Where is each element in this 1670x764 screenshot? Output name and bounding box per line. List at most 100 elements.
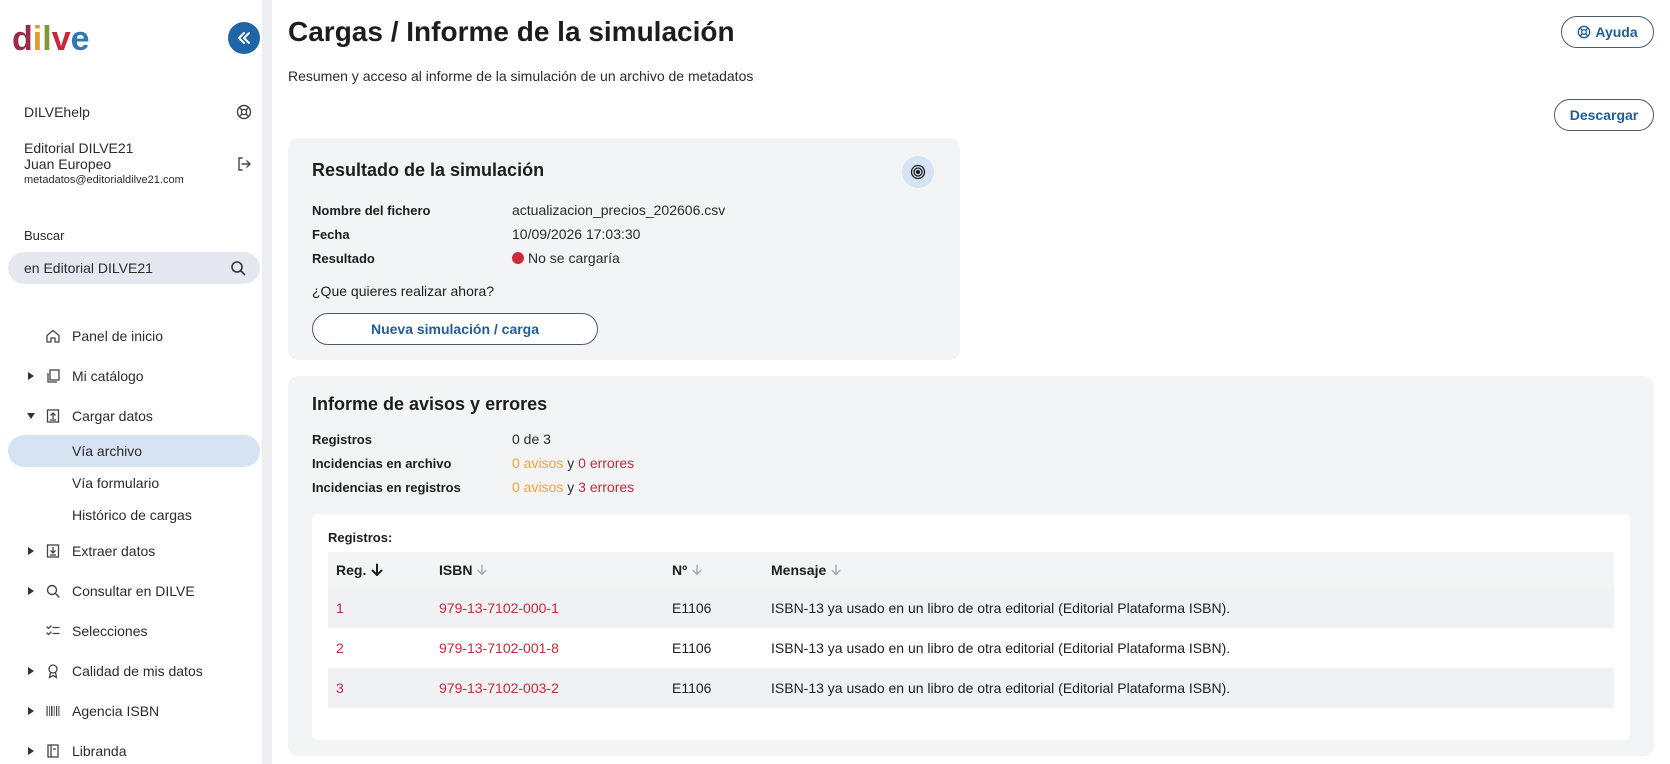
search-input[interactable]	[24, 260, 224, 276]
sidebar: dilve DILVEhelp Editorial DILVE21 Juan E…	[0, 0, 262, 764]
file-issues-conj: y	[567, 455, 575, 471]
col-header-label: Mensaje	[771, 562, 827, 578]
nav-label: Histórico de cargas	[72, 507, 192, 523]
help-button[interactable]: Ayuda	[1561, 16, 1654, 48]
table-row[interactable]: 1 979-13-7102-000-1 E1106 ISBN-13 ya usa…	[328, 588, 1614, 628]
svg-text:dilve: dilve	[12, 20, 90, 58]
result-value: No se cargaría	[528, 250, 620, 266]
cell-isbn[interactable]: 979-13-7102-000-1	[439, 588, 559, 628]
search-icon[interactable]	[230, 260, 246, 276]
col-header-num[interactable]: Nº	[672, 552, 703, 588]
table-row[interactable]: 2 979-13-7102-001-8 E1106 ISBN-13 ya usa…	[328, 628, 1614, 668]
sort-arrow-down-icon	[371, 563, 383, 576]
home-icon	[46, 329, 60, 343]
nav-label: Extraer datos	[72, 543, 156, 559]
nav-item-mi-catalogo[interactable]: Mi catálogo	[0, 360, 262, 392]
cell-reg[interactable]: 3	[336, 668, 344, 708]
status-target-button[interactable]	[902, 156, 934, 188]
warnings-errors-report-card: Informe de avisos y errores Registros 0 …	[288, 376, 1654, 756]
file-name-label: Nombre del fichero	[312, 203, 431, 218]
report-card-title: Informe de avisos y errores	[312, 394, 548, 414]
nav-label: Selecciones	[72, 623, 148, 639]
date-label: Fecha	[312, 227, 350, 242]
nav-item-via-formulario[interactable]: Vía formulario	[8, 467, 260, 499]
table-caption: Registros:	[328, 530, 393, 545]
double-chevron-left-icon	[238, 32, 250, 44]
catalog-icon	[47, 369, 60, 383]
nav-item-historico-cargas[interactable]: Histórico de cargas	[8, 499, 260, 531]
cell-reg[interactable]: 1	[336, 588, 344, 628]
sort-arrow-down-icon	[831, 564, 841, 575]
cell-isbn[interactable]: 979-13-7102-001-8	[439, 628, 559, 668]
collapse-sidebar-button[interactable]	[228, 22, 260, 54]
table-header: Reg. ISBN Nº Mensaje	[328, 552, 1614, 588]
nav-item-consultar[interactable]: Consultar en DILVE	[0, 575, 262, 607]
target-icon	[910, 164, 926, 180]
file-issues-value: 0 avisos y 0 errores	[512, 455, 634, 471]
lifebuoy-icon	[1578, 25, 1591, 39]
nav-label: Libranda	[72, 743, 127, 759]
col-header-mensaje[interactable]: Mensaje	[771, 552, 842, 588]
caret-right-icon[interactable]	[26, 546, 36, 556]
new-simulation-button[interactable]: Nueva simulación / carga	[312, 313, 598, 345]
caret-right-icon[interactable]	[26, 586, 36, 596]
next-action-question: ¿Que quieres realizar ahora?	[312, 283, 495, 299]
caret-right-icon[interactable]	[26, 666, 36, 676]
caret-right-icon[interactable]	[26, 746, 36, 756]
logout-icon[interactable]	[236, 156, 252, 172]
col-header-isbn[interactable]: ISBN	[439, 552, 488, 588]
page-subtitle: Resumen y acceso al informe de la simula…	[288, 68, 754, 84]
record-issues-value: 0 avisos y 3 errores	[512, 479, 634, 495]
search-icon	[46, 584, 60, 598]
nav-item-calidad[interactable]: Calidad de mis datos	[0, 655, 262, 687]
nav-item-via-archivo[interactable]: Vía archivo	[8, 435, 260, 467]
sort-arrow-down-icon	[692, 564, 702, 575]
search-field[interactable]	[8, 252, 260, 284]
nav-label: Vía archivo	[72, 443, 143, 459]
file-name-value: actualizacion_precios_202606.csv	[512, 202, 726, 218]
file-errors-link[interactable]: 0 errores	[578, 455, 634, 471]
nav-item-selecciones[interactable]: Selecciones	[0, 615, 262, 647]
nav-label: Consultar en DILVE	[72, 583, 195, 599]
record-warnings-link[interactable]: 0 avisos	[512, 479, 563, 495]
nav-item-panel-inicio[interactable]: Panel de inicio	[0, 320, 262, 352]
caret-right-icon[interactable]	[26, 706, 36, 716]
nav-item-agencia-isbn[interactable]: Agencia ISBN	[0, 695, 262, 727]
dilvehelp-link[interactable]: DILVEhelp	[24, 104, 90, 120]
cell-message: ISBN-13 ya usado en un libro de otra edi…	[771, 680, 1231, 696]
col-header-label: Reg.	[336, 562, 367, 578]
nav-label: Mi catálogo	[72, 368, 144, 384]
barcode-icon	[46, 706, 60, 716]
table-row[interactable]: 3 979-13-7102-003-2 E1106 ISBN-13 ya usa…	[328, 668, 1614, 708]
records-value: 0 de 3	[512, 431, 551, 447]
col-header-label: Nº	[672, 562, 688, 578]
nav-label: Cargar datos	[72, 408, 153, 424]
cell-isbn[interactable]: 979-13-7102-003-2	[439, 668, 559, 708]
organization-name: Editorial DILVE21	[24, 140, 134, 156]
caret-down-icon[interactable]	[26, 411, 36, 421]
nav-label: Calidad de mis datos	[72, 663, 203, 679]
file-warnings-link[interactable]: 0 avisos	[512, 455, 563, 471]
nav-item-cargar-datos[interactable]: Cargar datos	[0, 400, 262, 432]
records-label: Registros	[312, 432, 372, 447]
checklist-icon	[46, 625, 60, 636]
result-card-title: Resultado de la simulación	[312, 160, 545, 180]
lifebuoy-icon[interactable]	[236, 104, 252, 120]
dilve-logo[interactable]: dilve	[12, 16, 92, 60]
sort-arrow-down-icon	[477, 564, 487, 575]
col-header-reg[interactable]: Reg.	[336, 552, 384, 588]
simulation-result-card: Resultado de la simulación Nombre del fi…	[288, 138, 960, 360]
download-button[interactable]: Descargar	[1554, 99, 1654, 131]
record-issues-conj: y	[567, 479, 575, 495]
download-button-label: Descargar	[1569, 107, 1639, 123]
record-errors-link[interactable]: 3 errores	[578, 479, 634, 495]
cell-reg[interactable]: 2	[336, 628, 344, 668]
nav-item-extraer-datos[interactable]: Extraer datos	[0, 535, 262, 567]
page-title: Cargas / Informe de la simulación	[288, 16, 735, 47]
search-label: Buscar	[24, 228, 65, 243]
caret-right-icon[interactable]	[26, 371, 36, 381]
nav-item-libranda[interactable]: Libranda	[0, 735, 262, 764]
new-simulation-label: Nueva simulación / carga	[370, 321, 540, 337]
col-header-label: ISBN	[439, 562, 473, 578]
help-button-label: Ayuda	[1595, 24, 1638, 40]
